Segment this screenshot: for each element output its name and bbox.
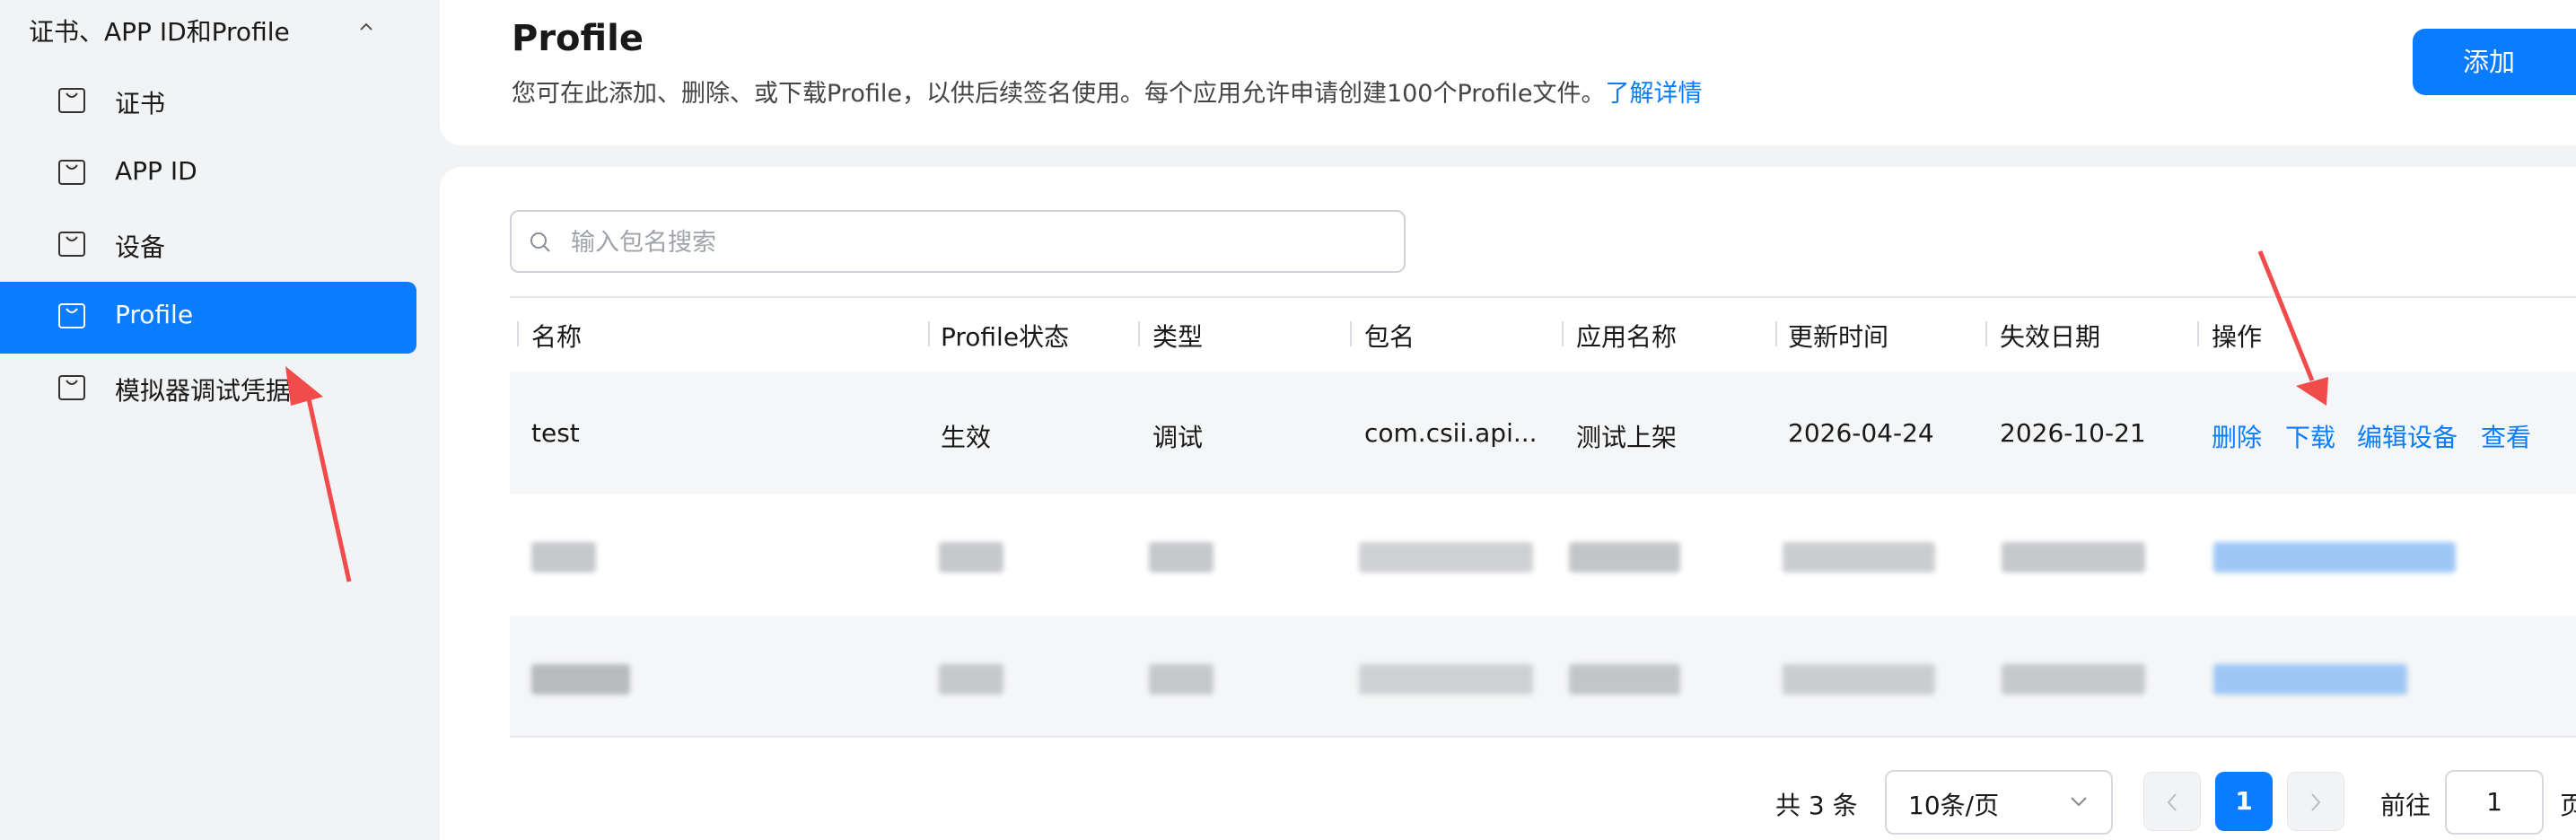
- annotation-arrow-profile: [285, 366, 352, 582]
- annotation-arrow-download: [2257, 250, 2328, 406]
- annotation-arrows: [285, 250, 2328, 582]
